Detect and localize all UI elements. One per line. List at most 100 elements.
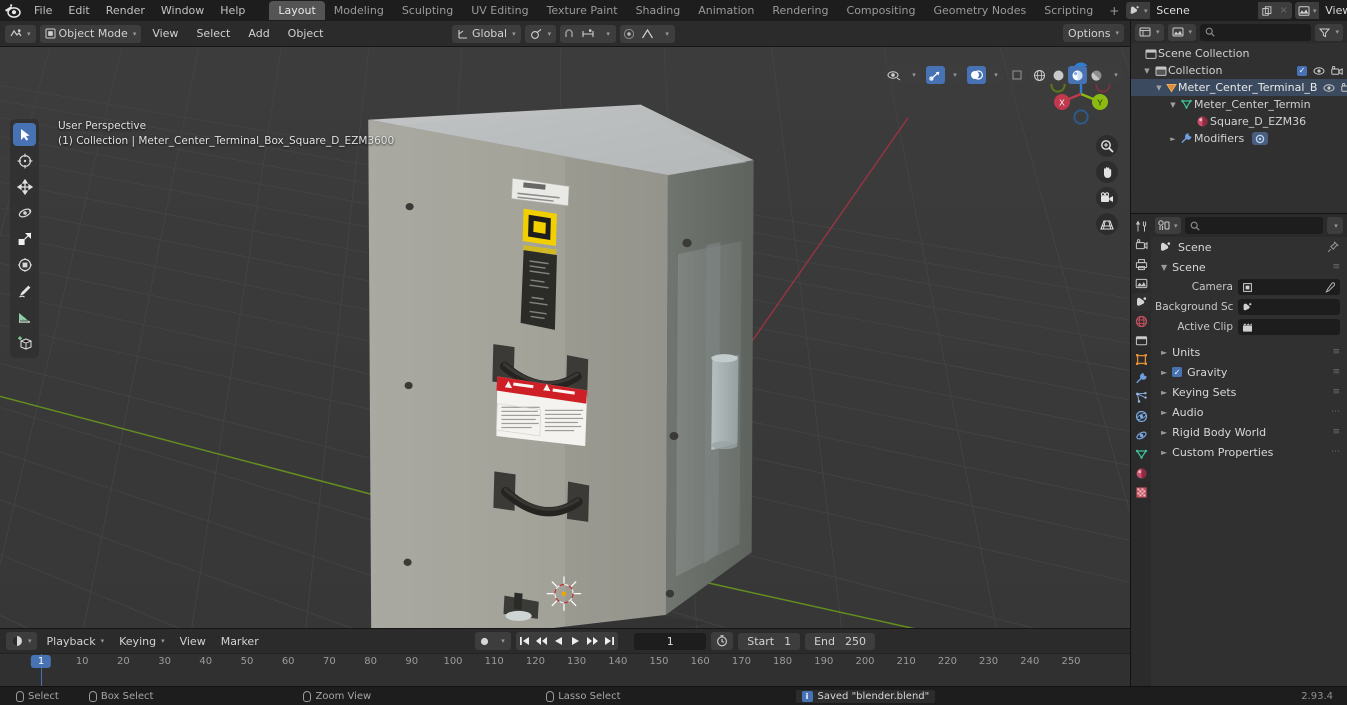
prev-keyframe-icon[interactable] <box>533 632 550 650</box>
properties-search-input[interactable] <box>1184 217 1323 234</box>
falloff-dropdown[interactable]: ▾ <box>657 25 675 43</box>
tab-shading[interactable]: Shading <box>627 1 690 20</box>
panel-gravity[interactable]: ► ✓ Gravity ≡ <box>1151 362 1347 382</box>
solid-shading-icon[interactable] <box>1049 66 1068 84</box>
disclosure-triangle-down[interactable]: ▼ <box>1167 101 1179 109</box>
modifier-badge-icon[interactable] <box>1252 132 1269 145</box>
scene-selector[interactable]: ▾ Scene × <box>1126 2 1293 19</box>
blender-logo-icon[interactable] <box>4 3 21 19</box>
scene-panel-header[interactable]: ▼ Scene ≡ <box>1151 257 1347 277</box>
properties-tab-render[interactable] <box>1132 236 1150 254</box>
outliner-search-input[interactable] <box>1200 23 1312 41</box>
gizmo-group[interactable]: ▾ <box>926 66 963 84</box>
record-icon[interactable] <box>475 632 493 650</box>
move-tool[interactable] <box>13 175 36 198</box>
shading-dropdown[interactable]: ▾ <box>1106 66 1124 84</box>
chevron-right-icon[interactable]: ► <box>1161 368 1167 377</box>
chevron-right-icon[interactable]: ► <box>1161 408 1167 417</box>
jump-start-icon[interactable] <box>516 632 533 650</box>
material-preview-shading-icon[interactable] <box>1068 66 1087 84</box>
visibility-group[interactable]: ▾ <box>884 66 922 84</box>
disclosure-triangle-down[interactable]: ▼ <box>1153 84 1165 92</box>
properties-tab-constraints[interactable] <box>1132 426 1150 444</box>
transform-orientation-selector[interactable]: Global ▾ <box>452 24 521 43</box>
tab-animation[interactable]: Animation <box>689 1 763 20</box>
properties-tab-view-layer[interactable] <box>1132 274 1150 292</box>
properties-tab-texture[interactable] <box>1132 483 1150 501</box>
menu-render[interactable]: Render <box>98 2 153 19</box>
snap-increment-icon[interactable] <box>578 25 598 43</box>
panel-units[interactable]: ► Units ≡ <box>1151 342 1347 362</box>
add-cube-tool[interactable] <box>13 331 36 354</box>
current-frame-field[interactable]: 1 <box>634 632 707 650</box>
status-report[interactable]: i Saved "blender.blend" <box>795 689 936 703</box>
tab-modeling[interactable]: Modeling <box>325 1 393 20</box>
eyedropper-icon[interactable] <box>1324 281 1337 293</box>
menu-edit[interactable]: Edit <box>60 2 97 19</box>
cursor-tool[interactable] <box>13 149 36 172</box>
snap-group[interactable]: ▾ <box>560 24 617 43</box>
properties-tab-data[interactable] <box>1132 445 1150 463</box>
next-keyframe-icon[interactable] <box>584 632 601 650</box>
camera-icon[interactable] <box>1341 82 1347 93</box>
scale-tool[interactable] <box>13 227 36 250</box>
tab-geometry-nodes[interactable]: Geometry Nodes <box>924 1 1035 20</box>
panel-custom-properties[interactable]: ► Custom Properties ⋯ <box>1151 442 1347 462</box>
scene-name[interactable]: Scene <box>1150 2 1259 19</box>
properties-tab-collection[interactable] <box>1132 331 1150 349</box>
snap-pivot-selector[interactable]: ▾ <box>524 24 557 43</box>
use-preview-range-icon[interactable] <box>711 632 734 650</box>
properties-tab-scene[interactable] <box>1132 293 1150 311</box>
overlays-dropdown[interactable]: ▾ <box>986 66 1004 84</box>
tab-uv-editing[interactable]: UV Editing <box>462 1 537 20</box>
play-icon[interactable] <box>567 632 584 650</box>
3d-viewport[interactable]: User Perspective (1) Collection | Meter_… <box>0 47 1130 628</box>
timeline-ruler[interactable]: 1 10 20 30 40 50 60 70 80 90 100 110 120 130 140 150 16… <box>0 653 1130 686</box>
outliner-editor-type[interactable]: ▾ <box>1135 23 1164 41</box>
outliner-row-mesh-data[interactable]: ▼ Meter_Center_Termin <box>1131 96 1347 113</box>
tab-texture-paint[interactable]: Texture Paint <box>538 1 627 20</box>
tab-rendering[interactable]: Rendering <box>763 1 837 20</box>
chevron-right-icon[interactable]: ► <box>1161 428 1167 437</box>
wireframe-shading-icon[interactable] <box>1030 66 1049 84</box>
properties-tab-particles[interactable] <box>1132 388 1150 406</box>
eye-icon[interactable] <box>1323 83 1335 93</box>
camera-field[interactable] <box>1238 279 1340 295</box>
falloff-curve-icon[interactable] <box>638 25 657 43</box>
zoom-icon[interactable] <box>1096 135 1118 157</box>
properties-tab-object[interactable] <box>1132 350 1150 368</box>
panel-rigid-body-world[interactable]: ► Rigid Body World ≡ <box>1151 422 1347 442</box>
viewport-menu-add[interactable]: Add <box>241 25 276 42</box>
measure-tool[interactable] <box>13 305 36 328</box>
active-clip-field[interactable] <box>1238 319 1340 335</box>
chevron-right-icon[interactable]: ► <box>1161 448 1167 457</box>
properties-tab-physics[interactable] <box>1132 407 1150 425</box>
tab-layout[interactable]: Layout <box>269 1 325 20</box>
overlays-group[interactable]: ▾ <box>967 66 1004 84</box>
timeline-menu-view[interactable]: View <box>175 632 211 650</box>
background-scene-field[interactable] <box>1238 299 1340 315</box>
timeline-editor-type[interactable]: ▾ <box>6 632 37 650</box>
camera-icon[interactable] <box>1096 187 1118 209</box>
object-visibility-icon[interactable] <box>884 66 904 84</box>
rotate-tool[interactable] <box>13 201 36 224</box>
properties-tab-output[interactable] <box>1132 255 1150 273</box>
mode-selector[interactable]: Object Mode ▾ <box>39 24 142 43</box>
properties-tab-world[interactable] <box>1132 312 1150 330</box>
show-gizmo-icon[interactable] <box>926 66 945 84</box>
auto-keying-group[interactable]: ▾ <box>475 632 511 650</box>
visibility-dropdown[interactable]: ▾ <box>904 66 922 84</box>
outliner-display-mode[interactable]: ▾ <box>1167 23 1197 41</box>
view-layer-selector[interactable]: ▾ View Layer × <box>1295 2 1347 19</box>
panel-keying-sets[interactable]: ► Keying Sets ≡ <box>1151 382 1347 402</box>
outliner-row-material[interactable]: Square_D_EZM36 <box>1131 113 1347 130</box>
viewport-menu-view[interactable]: View <box>145 25 185 42</box>
menu-window[interactable]: Window <box>153 2 212 19</box>
outliner-row-modifiers[interactable]: ► Modifiers <box>1131 130 1347 147</box>
proportional-edit-icon[interactable] <box>620 25 638 43</box>
show-overlays-icon[interactable] <box>967 66 986 84</box>
annotate-tool[interactable] <box>13 279 36 302</box>
outliner-row-meter-center-object[interactable]: ▼ Meter_Center_Terminal_B <box>1131 79 1347 96</box>
timeline-menu-playback[interactable]: Playback ▾ <box>42 632 110 650</box>
snap-magnet-icon[interactable] <box>560 25 578 43</box>
